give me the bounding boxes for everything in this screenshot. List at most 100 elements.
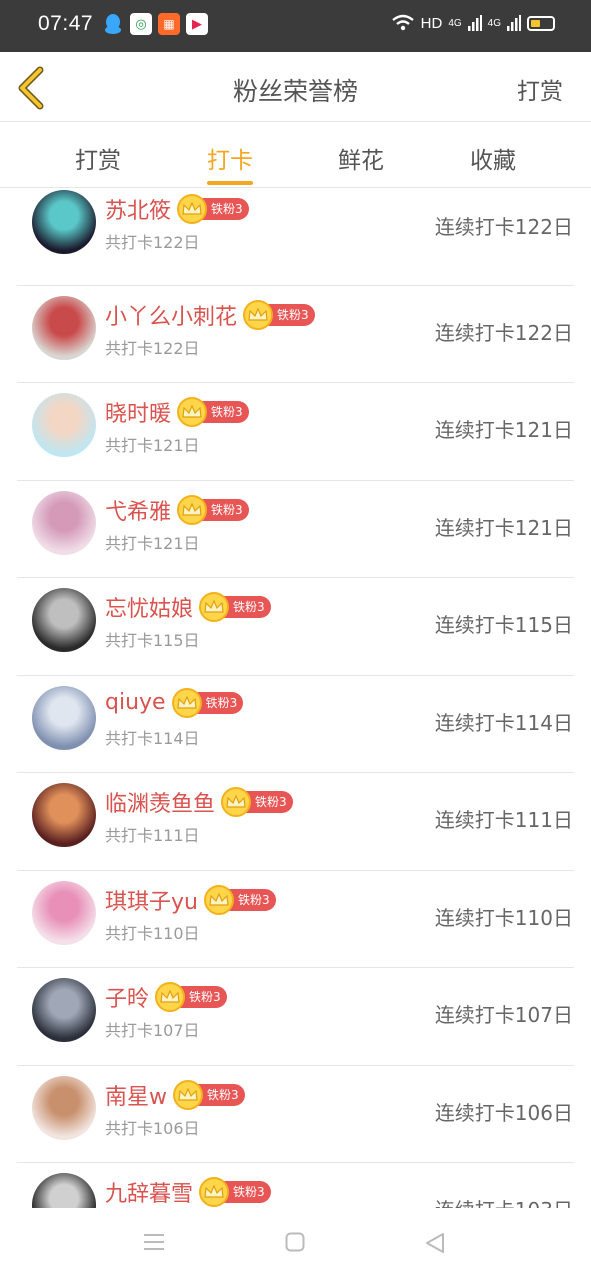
reward-button[interactable]: 打赏 bbox=[517, 72, 563, 106]
fan-row[interactable]: 琪琪子yu 铁粉3 共打卡110日 连续打卡110日 bbox=[17, 871, 574, 968]
fan-name[interactable]: 南星w bbox=[105, 1079, 167, 1111]
fan-name[interactable]: qiuye bbox=[105, 690, 166, 715]
streak-checkins: 连续打卡111日 bbox=[434, 808, 573, 832]
avatar[interactable] bbox=[32, 783, 96, 847]
fan-list: 苏北筱 铁粉3 共打卡122日 连续打卡122日 小丫么小刺花 铁粉3 共打卡1… bbox=[0, 188, 591, 1208]
signal-label-1: 4G bbox=[448, 17, 462, 29]
name-line: 苏北筱 铁粉3 bbox=[105, 193, 249, 225]
menu-icon bbox=[144, 1234, 164, 1250]
avatar[interactable] bbox=[32, 685, 96, 750]
fan-name[interactable]: 晓时暖 bbox=[105, 396, 171, 428]
fan-name[interactable]: 琪琪子yu bbox=[105, 884, 198, 916]
app-icon: ◎ bbox=[130, 13, 152, 35]
fan-name[interactable]: 临渊羡鱼鱼 bbox=[105, 786, 215, 818]
fan-name[interactable]: 忘忧姑娘 bbox=[105, 591, 193, 623]
avatar[interactable] bbox=[32, 393, 96, 457]
back-triangle-icon bbox=[426, 1233, 444, 1253]
avatar[interactable] bbox=[32, 490, 96, 555]
crown-icon bbox=[171, 687, 202, 718]
total-checkins: 共打卡115日 bbox=[105, 631, 200, 650]
crown-icon bbox=[243, 299, 274, 330]
fan-badge: 铁粉3 bbox=[155, 982, 227, 1012]
taobao-icon: ▦ bbox=[158, 13, 180, 35]
fan-row[interactable]: 临渊羡鱼鱼 铁粉3 共打卡111日 连续打卡111日 bbox=[17, 773, 574, 871]
crown-icon bbox=[203, 884, 234, 915]
fan-row[interactable]: 南星w 铁粉3 共打卡106日 连续打卡106日 bbox=[17, 1066, 574, 1163]
fan-row[interactable]: 弋希雅 铁粉3 共打卡121日 连续打卡121日 bbox=[17, 481, 574, 578]
signal-icon bbox=[467, 15, 482, 31]
total-checkins: 共打卡110日 bbox=[105, 923, 200, 943]
total-checkins: 共打卡122日 bbox=[105, 338, 200, 358]
name-line: 临渊羡鱼鱼 铁粉3 bbox=[105, 786, 293, 818]
fan-row[interactable]: qiuye 铁粉3 共打卡114日 连续打卡114日 bbox=[17, 676, 574, 773]
avatar[interactable] bbox=[32, 880, 96, 945]
tab-checkin[interactable]: 打卡 bbox=[185, 141, 275, 185]
total-checkins: 共打卡111日 bbox=[105, 826, 200, 845]
avatar[interactable] bbox=[32, 190, 96, 254]
name-line: 九辞暮雪 铁粉3 bbox=[105, 1176, 271, 1208]
system-nav-bar bbox=[0, 1208, 591, 1280]
menu-button[interactable] bbox=[143, 1232, 165, 1256]
name-line: 南星w 铁粉3 bbox=[105, 1079, 245, 1111]
status-bar: 07:47 ◎ ▦ ▶ HD 4G 4G bbox=[0, 0, 591, 52]
fan-badge: 铁粉3 bbox=[199, 1177, 271, 1207]
fan-row[interactable]: 小丫么小刺花 铁粉3 共打卡122日 连续打卡122日 bbox=[17, 286, 574, 383]
battery-fill bbox=[531, 19, 540, 27]
wifi-icon bbox=[391, 14, 414, 31]
signal-label-2: 4G bbox=[487, 17, 501, 29]
network-label: HD bbox=[420, 14, 443, 32]
fan-row[interactable]: 忘忧姑娘 铁粉3 共打卡115日 连续打卡115日 bbox=[17, 578, 574, 676]
streak-checkins: 连续打卡107日 bbox=[434, 1003, 573, 1027]
fan-name[interactable]: 小丫么小刺花 bbox=[105, 299, 237, 331]
fan-row[interactable]: 晓时暖 铁粉3 共打卡121日 连续打卡121日 bbox=[17, 383, 574, 481]
tab-bar: 打赏 打卡 鲜花 收藏 bbox=[0, 123, 591, 188]
tab-reward[interactable]: 打赏 bbox=[53, 141, 143, 175]
name-line: 小丫么小刺花 铁粉3 bbox=[105, 299, 315, 331]
notification-icons: ◎ ▦ ▶ bbox=[102, 13, 208, 35]
tab-favorites[interactable]: 收藏 bbox=[448, 141, 538, 175]
fan-name[interactable]: 九辞暮雪 bbox=[105, 1176, 193, 1208]
status-right: HD 4G 4G bbox=[391, 14, 555, 32]
fan-row[interactable]: 九辞暮雪 铁粉3 连续打卡103日 bbox=[17, 1163, 574, 1208]
fan-badge: 铁粉3 bbox=[177, 194, 249, 224]
crown-icon bbox=[155, 982, 186, 1012]
total-checkins: 共打卡121日 bbox=[105, 533, 200, 553]
fan-badge: 铁粉3 bbox=[199, 592, 271, 622]
home-button[interactable] bbox=[285, 1232, 305, 1256]
fan-badge: 铁粉3 bbox=[243, 299, 315, 330]
qq-icon bbox=[102, 13, 124, 35]
status-time: 07:47 bbox=[38, 12, 94, 35]
streak-checkins: 连续打卡114日 bbox=[434, 710, 573, 735]
fan-badge: 铁粉3 bbox=[221, 787, 293, 817]
crown-icon bbox=[199, 1177, 230, 1207]
avatar[interactable] bbox=[32, 588, 96, 652]
tab-flowers[interactable]: 鲜花 bbox=[316, 141, 406, 175]
total-checkins: 共打卡107日 bbox=[105, 1021, 200, 1040]
streak-checkins: 连续打卡110日 bbox=[434, 905, 573, 930]
streak-checkins: 连续打卡121日 bbox=[434, 515, 573, 540]
back-nav-button[interactable] bbox=[425, 1232, 445, 1258]
fan-badge: 铁粉3 bbox=[203, 884, 276, 915]
fan-badge: 铁粉3 bbox=[177, 397, 249, 427]
fan-row[interactable]: 苏北筱 铁粉3 共打卡122日 连续打卡122日 bbox=[17, 188, 574, 286]
crown-icon bbox=[177, 194, 208, 224]
tab-checkin-label: 打卡 bbox=[207, 148, 253, 174]
total-checkins: 共打卡114日 bbox=[105, 728, 200, 748]
fan-name[interactable]: 苏北筱 bbox=[105, 193, 171, 225]
total-checkins: 共打卡122日 bbox=[105, 233, 200, 252]
fan-name[interactable]: 弋希雅 bbox=[105, 494, 171, 526]
avatar[interactable] bbox=[32, 1075, 96, 1140]
streak-checkins: 连续打卡122日 bbox=[434, 215, 573, 239]
crown-icon bbox=[177, 494, 208, 525]
avatar[interactable] bbox=[32, 1173, 96, 1208]
fan-name[interactable]: 子昤 bbox=[105, 981, 149, 1013]
fan-row[interactable]: 子昤 铁粉3 共打卡107日 连续打卡107日 bbox=[17, 968, 574, 1066]
avatar[interactable] bbox=[32, 978, 96, 1042]
streak-checkins: 连续打卡122日 bbox=[434, 320, 573, 345]
crown-icon bbox=[177, 397, 208, 427]
home-square-icon bbox=[285, 1232, 305, 1252]
total-checkins: 共打卡106日 bbox=[105, 1118, 200, 1138]
avatar[interactable] bbox=[32, 295, 96, 360]
streak-checkins: 连续打卡121日 bbox=[434, 418, 573, 442]
fan-badge: 铁粉3 bbox=[177, 494, 249, 525]
